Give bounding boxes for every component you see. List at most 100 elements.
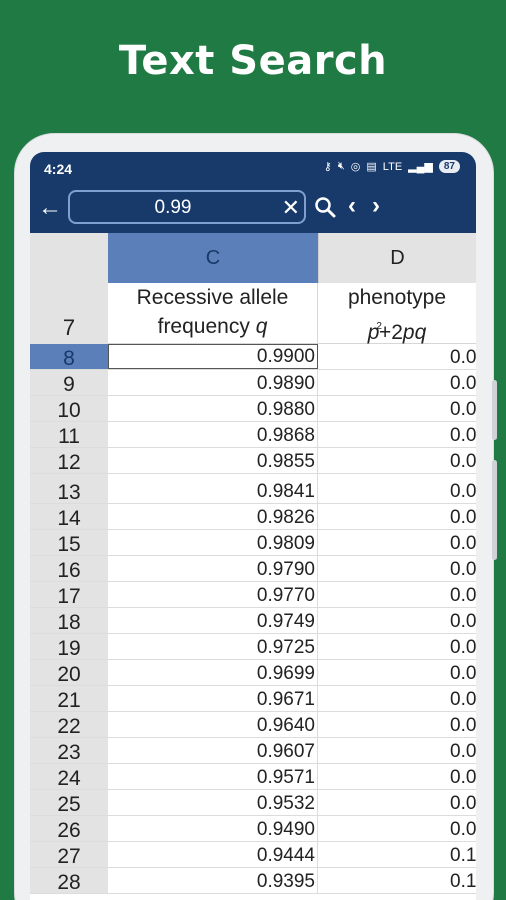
header-cell-d[interactable]: phenotype p2+2pq — [318, 283, 476, 344]
table-row: 28 0.9395 0.1 — [30, 868, 476, 894]
cell-d[interactable]: 0.0 — [318, 634, 476, 659]
cell-c[interactable]: 0.9699 — [108, 660, 318, 685]
table-row: 26 0.9490 0.0 — [30, 816, 476, 842]
cell-d[interactable]: 0.1 — [318, 868, 476, 893]
table-row: 11 0.9868 0.0 — [30, 422, 476, 448]
table-row: 8 0.9900 0.0 — [30, 344, 476, 370]
cell-d[interactable]: 0.0 — [318, 790, 476, 815]
cell-d[interactable]: 0.0 — [318, 738, 476, 763]
cell-d[interactable]: 0.0 — [318, 504, 476, 529]
previous-result-icon[interactable]: ‹ — [348, 192, 356, 220]
cell-d[interactable]: 0.0 — [318, 764, 476, 789]
cell-c[interactable]: 0.9841 — [108, 474, 318, 503]
cell-d[interactable]: 0.0 — [318, 816, 476, 841]
cell-c[interactable]: 0.9640 — [108, 712, 318, 737]
cell-c[interactable]: 0.9770 — [108, 582, 318, 607]
row-number[interactable]: 8 — [30, 344, 108, 370]
cell-c[interactable]: 0.9890 — [108, 370, 318, 395]
row-number[interactable]: 21 — [30, 686, 108, 712]
cell-d[interactable]: 0.0 — [318, 660, 476, 685]
cell-d[interactable]: 0.0 — [318, 396, 476, 421]
table-row: 17 0.9770 0.0 — [30, 582, 476, 608]
search-icon[interactable] — [314, 196, 336, 218]
mute-icon: 🔇︎ — [337, 160, 345, 172]
table-row: 15 0.9809 0.0 — [30, 530, 476, 556]
row-number[interactable]: 20 — [30, 660, 108, 686]
cell-d[interactable]: 0.0 — [318, 474, 476, 503]
cell-c[interactable]: 0.9671 — [108, 686, 318, 711]
key-icon: ⚷ — [323, 161, 332, 173]
search-input[interactable]: 0.99 ✕ — [68, 190, 306, 224]
status-icons: ⚷ 🔇︎ ◎ ▤ LTE ▂▄▆ 87 — [324, 160, 460, 173]
clear-icon[interactable]: ✕ — [282, 194, 300, 222]
row-number[interactable]: 10 — [30, 396, 108, 422]
cell-c[interactable]: 0.9826 — [108, 504, 318, 529]
nfc-icon: ▤ — [366, 161, 377, 173]
table-row: 22 0.9640 0.0 — [30, 712, 476, 738]
row-number[interactable]: 19 — [30, 634, 108, 660]
table-row: 12 0.9855 0.0 — [30, 448, 476, 474]
next-result-icon[interactable]: › — [372, 192, 380, 220]
row-number[interactable]: 28 — [30, 868, 108, 894]
row-number[interactable]: 13 — [30, 474, 108, 504]
cell-d[interactable]: 0.0 — [318, 530, 476, 555]
cell-d[interactable]: 0.0 — [318, 344, 476, 369]
cell-c[interactable]: 0.9532 — [108, 790, 318, 815]
row-number[interactable]: 27 — [30, 842, 108, 868]
cell-d[interactable]: 0.1 — [318, 842, 476, 867]
row-number[interactable]: 26 — [30, 816, 108, 842]
header-cell-c[interactable]: Recessive allele frequency q — [108, 283, 318, 344]
cell-c[interactable]: 0.9790 — [108, 556, 318, 581]
row-number[interactable]: 16 — [30, 556, 108, 582]
cell-c[interactable]: 0.9855 — [108, 448, 318, 473]
column-header-c[interactable]: C — [108, 233, 318, 283]
cell-c[interactable]: 0.9395 — [108, 868, 318, 893]
back-arrow-icon[interactable]: ← — [38, 194, 62, 222]
power-button — [492, 460, 497, 560]
banner-title: Text Search — [118, 38, 388, 84]
column-header-d[interactable]: D — [318, 233, 476, 283]
row-number[interactable]: 22 — [30, 712, 108, 738]
cell-d[interactable]: 0.0 — [318, 582, 476, 607]
row-number[interactable]: 18 — [30, 608, 108, 634]
cell-d[interactable]: 0.0 — [318, 608, 476, 633]
row-number[interactable]: 17 — [30, 582, 108, 608]
cell-c[interactable]: 0.9749 — [108, 608, 318, 633]
table-row: 9 0.9890 0.0 — [30, 370, 476, 396]
header-c-line2: frequency q — [157, 315, 268, 338]
row-number[interactable]: 14 — [30, 504, 108, 530]
signal-icon: ▂▄▆ — [408, 161, 433, 173]
row-number[interactable]: 11 — [30, 422, 108, 448]
cell-d[interactable]: 0.0 — [318, 422, 476, 447]
table-row: 27 0.9444 0.1 — [30, 842, 476, 868]
cell-d[interactable]: 0.0 — [318, 370, 476, 395]
row-number[interactable]: 24 — [30, 764, 108, 790]
cell-c[interactable]: 0.9725 — [108, 634, 318, 659]
cell-d[interactable]: 0.0 — [318, 712, 476, 737]
cell-c[interactable]: 0.9571 — [108, 764, 318, 789]
cell-c[interactable]: 0.9490 — [108, 816, 318, 841]
cell-d[interactable]: 0.0 — [318, 686, 476, 711]
row-number[interactable]: 12 — [30, 448, 108, 474]
cell-c[interactable]: 0.9444 — [108, 842, 318, 867]
cell-c[interactable]: 0.9880 — [108, 396, 318, 421]
cell-c[interactable]: 0.9900 — [108, 344, 318, 369]
row-number[interactable]: 23 — [30, 738, 108, 764]
cell-d[interactable]: 0.0 — [318, 448, 476, 473]
table-row: 20 0.9699 0.0 — [30, 660, 476, 686]
row-number[interactable]: 15 — [30, 530, 108, 556]
cell-d[interactable]: 0.0 — [318, 556, 476, 581]
row-number[interactable]: 7 — [30, 283, 108, 344]
app-screen: 4:24 ⚷ 🔇︎ ◎ ▤ LTE ▂▄▆ 87 ← 0.99 ✕ ‹ › C … — [30, 152, 476, 900]
table-row: 23 0.9607 0.0 — [30, 738, 476, 764]
search-value[interactable]: 0.99 — [70, 197, 276, 219]
cell-c[interactable]: 0.9868 — [108, 422, 318, 447]
cell-c[interactable]: 0.9809 — [108, 530, 318, 555]
table-row: 10 0.9880 0.0 — [30, 396, 476, 422]
row-number[interactable]: 9 — [30, 370, 108, 396]
corner-header[interactable] — [30, 233, 108, 283]
row-number[interactable]: 25 — [30, 790, 108, 816]
cell-c[interactable]: 0.9607 — [108, 738, 318, 763]
hotspot-icon: ◎ — [350, 161, 361, 173]
table-row: 14 0.9826 0.0 — [30, 504, 476, 530]
